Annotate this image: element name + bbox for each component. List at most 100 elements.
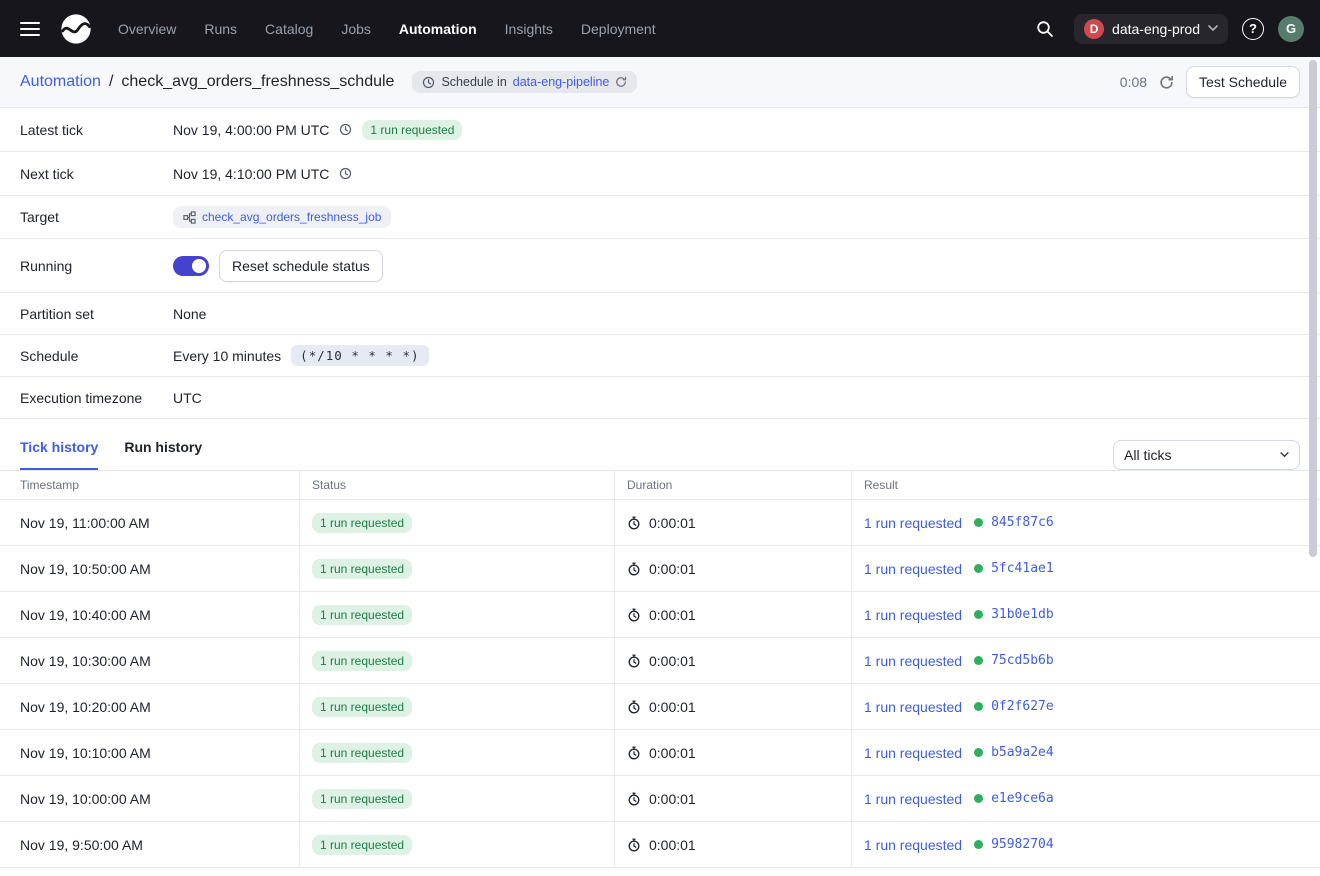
topnav-item-overview[interactable]: Overview <box>118 21 176 37</box>
tick-duration-text: 0:00:01 <box>649 515 696 531</box>
tick-status-badge: 1 run requested <box>312 605 412 625</box>
table-row: Nov 19, 10:40:00 AM 1 run requested 0:00… <box>0 592 1320 638</box>
tick-result-link[interactable]: 1 run requested <box>864 515 962 531</box>
table-row: Nov 19, 10:20:00 AM 1 run requested 0:00… <box>0 684 1320 730</box>
latest-tick-time: Nov 19, 4:00:00 PM UTC <box>173 122 329 138</box>
column-header-timestamp: Timestamp <box>0 471 299 499</box>
clock-icon <box>339 123 352 136</box>
code-location-link[interactable]: data-eng-pipeline <box>513 75 610 89</box>
run-id-link[interactable]: 75cd5b6b <box>991 653 1054 668</box>
tick-duration-text: 0:00:01 <box>649 607 696 623</box>
tick-result-link[interactable]: 1 run requested <box>864 561 962 577</box>
test-schedule-button[interactable]: Test Schedule <box>1186 66 1300 98</box>
run-id-link[interactable]: e1e9ce6a <box>991 791 1054 806</box>
search-icon[interactable] <box>1030 14 1060 44</box>
chevron-down-icon <box>1280 452 1289 458</box>
vertical-scrollbar[interactable] <box>1309 60 1317 557</box>
user-avatar[interactable]: G <box>1278 16 1304 42</box>
menu-icon[interactable] <box>16 15 44 43</box>
run-status-dot <box>974 748 983 757</box>
topnav-item-runs[interactable]: Runs <box>204 21 237 37</box>
topnav-right: D data-eng-prod ? G <box>1030 14 1304 44</box>
clock-icon <box>339 167 352 180</box>
topnav-item-insights[interactable]: Insights <box>505 21 553 37</box>
run-id-link[interactable]: 31b0e1db <box>991 607 1054 622</box>
tick-status-badge: 1 run requested <box>312 513 412 533</box>
history-tabs-bar: Tick history Run history All ticks <box>0 419 1320 470</box>
partition-set-value: None <box>173 306 206 322</box>
run-id-link[interactable]: b5a9a2e4 <box>991 745 1054 760</box>
tick-table-header: Timestamp Status Duration Result <box>0 471 1320 500</box>
deployment-name: data-eng-prod <box>1112 21 1200 37</box>
next-tick-time: Nov 19, 4:10:00 PM UTC <box>173 166 329 182</box>
breadcrumb-automation-link[interactable]: Automation <box>20 73 101 91</box>
tick-timestamp: Nov 19, 11:00:00 AM <box>0 500 299 545</box>
run-id-link[interactable]: 95982704 <box>991 837 1054 852</box>
running-toggle[interactable] <box>173 256 209 276</box>
tick-timestamp: Nov 19, 10:30:00 AM <box>0 638 299 683</box>
column-header-status: Status <box>299 471 614 499</box>
detail-row-next-tick: Next tick Nov 19, 4:10:00 PM UTC <box>0 152 1320 196</box>
detail-row-timezone: Execution timezone UTC <box>0 377 1320 419</box>
table-row: Nov 19, 11:00:00 AM 1 run requested 0:00… <box>0 500 1320 546</box>
next-tick-label: Next tick <box>20 166 173 182</box>
stopwatch-icon <box>627 562 641 576</box>
tick-filter-select[interactable]: All ticks <box>1113 440 1300 470</box>
tick-timestamp: Nov 19, 10:10:00 AM <box>0 730 299 775</box>
run-id-link[interactable]: 0f2f627e <box>991 699 1054 714</box>
tab-tick-history[interactable]: Tick history <box>20 439 98 470</box>
stopwatch-icon <box>627 700 641 714</box>
topnav-item-deployment[interactable]: Deployment <box>581 21 656 37</box>
tick-result-link[interactable]: 1 run requested <box>864 653 962 669</box>
page-title: check_avg_orders_freshness_schdule <box>121 73 394 91</box>
tab-run-history[interactable]: Run history <box>124 439 202 470</box>
run-id-link[interactable]: 845f87c6 <box>991 515 1054 530</box>
tick-history-table: Timestamp Status Duration Result Nov 19,… <box>0 470 1320 868</box>
topnav-item-automation[interactable]: Automation <box>399 21 477 37</box>
table-row: Nov 19, 10:50:00 AM 1 run requested 0:00… <box>0 546 1320 592</box>
tick-result-link[interactable]: 1 run requested <box>864 837 962 853</box>
running-label: Running <box>20 258 173 274</box>
topnav-item-catalog[interactable]: Catalog <box>265 21 313 37</box>
tick-timestamp: Nov 19, 10:20:00 AM <box>0 684 299 729</box>
detail-row-target: Target check_avg_orders_freshness_job <box>0 196 1320 239</box>
reset-schedule-status-button[interactable]: Reset schedule status <box>219 250 383 282</box>
tick-duration-text: 0:00:01 <box>649 561 696 577</box>
detail-row-running: Running Reset schedule status <box>0 239 1320 293</box>
reload-icon[interactable] <box>615 76 627 88</box>
cron-expression: (*/10 * * * *) <box>291 345 428 366</box>
tick-status-badge: 1 run requested <box>312 651 412 671</box>
top-navigation-bar: Overview Runs Catalog Jobs Automation Insight… <box>0 0 1320 57</box>
tick-status-badge: 1 run requested <box>312 559 412 579</box>
deployment-switcher[interactable]: D data-eng-prod <box>1074 14 1228 44</box>
topnav-item-jobs[interactable]: Jobs <box>341 21 371 37</box>
refresh-icon[interactable] <box>1159 75 1174 90</box>
detail-row-schedule: Schedule Every 10 minutes (*/10 * * * *) <box>0 335 1320 377</box>
latest-tick-label: Latest tick <box>20 122 173 138</box>
tick-duration-text: 0:00:01 <box>649 837 696 853</box>
run-id-link[interactable]: 5fc41ae1 <box>991 561 1054 576</box>
stopwatch-icon <box>627 654 641 668</box>
table-row: Nov 19, 10:10:00 AM 1 run requested 0:00… <box>0 730 1320 776</box>
timezone-value: UTC <box>173 390 202 406</box>
stopwatch-icon <box>627 516 641 530</box>
run-status-dot <box>974 564 983 573</box>
help-icon[interactable]: ? <box>1242 18 1264 40</box>
run-status-dot <box>974 702 983 711</box>
run-status-dot <box>974 656 983 665</box>
target-job-chip[interactable]: check_avg_orders_freshness_job <box>173 206 391 228</box>
detail-row-partition-set: Partition set None <box>0 293 1320 335</box>
tick-result-link[interactable]: 1 run requested <box>864 791 962 807</box>
tick-timestamp: Nov 19, 10:40:00 AM <box>0 592 299 637</box>
tick-result-link[interactable]: 1 run requested <box>864 607 962 623</box>
tick-timestamp: Nov 19, 10:00:00 AM <box>0 776 299 821</box>
tick-table-body: Nov 19, 11:00:00 AM 1 run requested 0:00… <box>0 500 1320 868</box>
target-job-link[interactable]: check_avg_orders_freshness_job <box>202 210 381 224</box>
dagster-logo <box>58 11 94 47</box>
tick-result-link[interactable]: 1 run requested <box>864 699 962 715</box>
tick-status-badge: 1 run requested <box>312 697 412 717</box>
tick-duration-text: 0:00:01 <box>649 745 696 761</box>
stopwatch-icon <box>627 608 641 622</box>
tick-result-link[interactable]: 1 run requested <box>864 745 962 761</box>
job-graph-icon <box>183 211 196 224</box>
